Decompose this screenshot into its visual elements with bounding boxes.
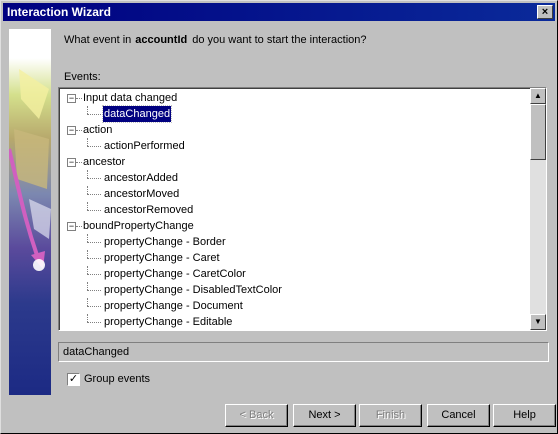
title-bar[interactable]: Interaction Wizard × — [3, 3, 555, 21]
banner-artwork-icon — [9, 69, 51, 271]
tree-connector — [87, 322, 101, 323]
tree-connector — [87, 210, 101, 211]
tree-connector — [87, 314, 88, 322]
tree-connector — [87, 250, 88, 258]
help-button[interactable]: Help — [493, 404, 556, 427]
tree-item-label[interactable]: propertyChange - DisabledTextColor — [103, 282, 283, 298]
tree-connector — [87, 290, 101, 291]
tree-group-node[interactable]: − boundPropertyChange — [59, 218, 529, 234]
scroll-down-button[interactable]: ▼ — [530, 314, 546, 330]
selected-event-field: dataChanged — [58, 342, 549, 362]
events-label: Events: — [64, 71, 101, 83]
close-icon: × — [541, 6, 549, 18]
tree-connector — [87, 298, 88, 306]
finish-button[interactable]: Finish — [359, 404, 422, 427]
tree-item-label[interactable]: dataChanged — [101, 105, 173, 123]
tree-connector — [87, 106, 88, 114]
tree-item-label[interactable]: ancestorAdded — [103, 170, 179, 186]
events-tree[interactable]: − Input data changed dataChanged − action act… — [58, 87, 547, 331]
tree-item-label[interactable]: boundPropertyChange — [82, 218, 195, 234]
tree-connector — [87, 170, 88, 178]
arrow-down-icon: ▼ — [534, 317, 542, 326]
events-tree-scrollbar[interactable]: ▲ ▼ — [530, 88, 546, 330]
arrow-up-icon: ▲ — [534, 91, 542, 100]
tree-item-label[interactable]: propertyChange - Editable — [103, 314, 233, 330]
collapse-icon[interactable]: − — [67, 126, 76, 135]
tree-event-node[interactable]: ancestorRemoved — [59, 202, 529, 218]
scroll-up-button[interactable]: ▲ — [530, 88, 546, 104]
tree-item-label[interactable]: propertyChange - CaretColor — [103, 266, 247, 282]
event-question: What event in accountId do you want to sta… — [64, 34, 367, 46]
tree-connector — [87, 146, 101, 147]
tree-event-node[interactable]: propertyChange - DisabledTextColor — [59, 282, 529, 298]
tree-item-label[interactable]: ancestorMoved — [103, 186, 180, 202]
back-button[interactable]: < Back — [225, 404, 288, 427]
tree-item-label[interactable]: ancestorRemoved — [103, 202, 194, 218]
tree-connector — [87, 282, 88, 290]
tree-connector — [87, 234, 88, 242]
tree-connector — [87, 242, 101, 243]
tree-group-node[interactable]: − action — [59, 122, 529, 138]
collapse-icon[interactable]: − — [67, 158, 76, 167]
tree-event-node[interactable]: ancestorMoved — [59, 186, 529, 202]
tree-item-label[interactable]: propertyChange - Document — [103, 298, 244, 314]
group-events-label: Group events — [84, 373, 151, 385]
tree-item-label[interactable]: propertyChange - Caret — [103, 250, 221, 266]
question-field-name: accountId — [135, 34, 188, 46]
tree-item-label[interactable]: ancestor — [82, 154, 126, 170]
scroll-thumb[interactable] — [530, 104, 546, 160]
checkbox-box[interactable]: ✓ — [67, 373, 80, 386]
tree-connector — [87, 114, 101, 115]
tree-event-node[interactable]: propertyChange - Caret — [59, 250, 529, 266]
tree-event-node[interactable]: dataChanged — [59, 105, 529, 123]
tree-event-node[interactable]: propertyChange - CaretColor — [59, 266, 529, 282]
tree-connector — [87, 178, 101, 179]
tree-event-node[interactable]: propertyChange - Document — [59, 298, 529, 314]
tree-connector — [87, 202, 88, 210]
tree-item-label[interactable]: Input data changed — [82, 90, 178, 106]
tree-event-node[interactable]: actionPerformed — [59, 138, 529, 154]
tree-group-node[interactable]: − Input data changed — [59, 90, 529, 106]
collapse-icon[interactable]: − — [67, 94, 76, 103]
tree-connector — [87, 194, 101, 195]
collapse-icon[interactable]: − — [67, 222, 76, 231]
close-button[interactable]: × — [537, 5, 553, 19]
tree-connector — [87, 266, 88, 274]
wizard-window: Interaction Wizard × What event in accoun… — [0, 0, 558, 434]
tree-connector — [87, 274, 101, 275]
tree-item-label[interactable]: actionPerformed — [103, 138, 186, 154]
tree-item-label[interactable]: propertyChange - Border — [103, 234, 227, 250]
question-suffix: do you want to start the interaction? — [192, 34, 367, 46]
tree-connector — [87, 186, 88, 194]
wizard-banner-image — [9, 29, 51, 395]
next-button[interactable]: Next > — [293, 404, 356, 427]
cancel-button[interactable]: Cancel — [427, 404, 490, 427]
checkmark-icon: ✓ — [68, 373, 79, 385]
tree-connector — [87, 306, 101, 307]
tree-event-node[interactable]: propertyChange - Editable — [59, 314, 529, 330]
tree-connector — [87, 138, 88, 146]
tree-group-node[interactable]: − ancestor — [59, 154, 529, 170]
tree-event-node[interactable]: ancestorAdded — [59, 170, 529, 186]
window-title: Interaction Wizard — [7, 5, 111, 19]
tree-event-node[interactable]: propertyChange - Border — [59, 234, 529, 250]
tree-connector — [87, 258, 101, 259]
tree-item-label[interactable]: action — [82, 122, 113, 138]
question-prefix: What event in — [64, 34, 132, 46]
